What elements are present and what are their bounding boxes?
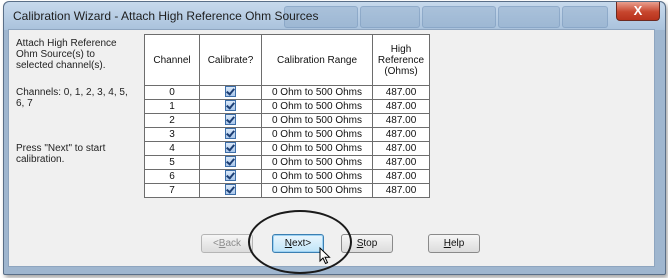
reference-cell[interactable]: 487.00 — [372, 169, 430, 184]
close-icon: X — [633, 3, 643, 18]
reference-cell[interactable]: 487.00 — [372, 141, 430, 156]
taskbar-ghost — [360, 6, 420, 28]
range-cell: 0 Ohm to 500 Ohms — [261, 127, 373, 142]
table-row: 3 0 Ohm to 500 Ohms 487.00 — [144, 127, 430, 142]
help-mnemonic: H — [443, 238, 451, 249]
checkbox-checked-icon[interactable] — [225, 86, 236, 98]
table-row: 1 0 Ohm to 500 Ohms 487.00 — [144, 99, 430, 114]
checkbox-checked-icon[interactable] — [225, 100, 236, 112]
taskbar-ghost — [422, 6, 496, 28]
range-cell: 0 Ohm to 500 Ohms — [261, 85, 373, 100]
reference-cell[interactable]: 487.00 — [372, 99, 430, 114]
channel-cell: 0 — [144, 85, 200, 100]
table-row: 2 0 Ohm to 500 Ohms 487.00 — [144, 113, 430, 128]
table-row: 7 0 Ohm to 500 Ohms 487.00 — [144, 183, 430, 198]
back-button[interactable]: <Back — [201, 234, 253, 253]
title-bar: Calibration Wizard - Attach High Referen… — [4, 2, 665, 30]
channel-cell: 2 — [144, 113, 200, 128]
calibrate-cell — [199, 113, 262, 128]
back-label: ack — [225, 238, 242, 249]
range-cell: 0 Ohm to 500 Ohms — [261, 99, 373, 114]
calibrate-cell — [199, 183, 262, 198]
instruction-attach: Attach High Reference Ohm Source(s) to s… — [16, 38, 117, 71]
header-calibrate: Calibrate? — [199, 34, 262, 86]
range-cell: 0 Ohm to 500 Ohms — [261, 155, 373, 170]
checkbox-checked-icon[interactable] — [225, 156, 236, 168]
calibrate-cell — [199, 85, 262, 100]
checkbox-checked-icon[interactable] — [225, 184, 236, 196]
header-channel: Channel — [144, 34, 200, 86]
channel-cell: 5 — [144, 155, 200, 170]
table-header-row: Channel Calibrate? Calibration Range Hig… — [144, 34, 430, 86]
help-button[interactable]: Help — [428, 234, 480, 253]
instructions-panel: Attach High Reference Ohm Source(s) to s… — [16, 38, 134, 165]
reference-cell[interactable]: 487.00 — [372, 85, 430, 100]
instruction-press-next: Press "Next" to start calibration. — [16, 143, 106, 165]
range-cell: 0 Ohm to 500 Ohms — [261, 183, 373, 198]
taskbar-ghost — [562, 6, 608, 28]
checkbox-checked-icon[interactable] — [225, 170, 236, 182]
table-row: 6 0 Ohm to 500 Ohms 487.00 — [144, 169, 430, 184]
checkbox-checked-icon[interactable] — [225, 142, 236, 154]
header-high-reference: High Reference (Ohms) — [372, 34, 430, 86]
stop-label: top — [363, 238, 378, 249]
table-row: 0 0 Ohm to 500 Ohms 487.00 — [144, 85, 430, 100]
reference-cell[interactable]: 487.00 — [372, 183, 430, 198]
reference-cell[interactable]: 487.00 — [372, 127, 430, 142]
reference-cell[interactable]: 487.00 — [372, 155, 430, 170]
mouse-pointer-icon — [319, 247, 331, 265]
calibrate-cell — [199, 155, 262, 170]
calibrate-cell — [199, 169, 262, 184]
reference-cell[interactable]: 487.00 — [372, 113, 430, 128]
channel-cell: 3 — [144, 127, 200, 142]
callout-ellipse — [248, 210, 352, 274]
calibration-table: Channel Calibrate? Calibration Range Hig… — [144, 34, 430, 198]
channel-cell: 4 — [144, 141, 200, 156]
checkbox-checked-icon[interactable] — [225, 114, 236, 126]
range-cell: 0 Ohm to 500 Ohms — [261, 141, 373, 156]
close-button[interactable]: X — [616, 2, 660, 21]
help-label: elp — [450, 238, 465, 249]
calibrate-cell — [199, 99, 262, 114]
taskbar-ghost — [498, 6, 560, 28]
header-calibration-range: Calibration Range — [261, 34, 373, 86]
calibrate-cell — [199, 127, 262, 142]
table-row: 5 0 Ohm to 500 Ohms 487.00 — [144, 155, 430, 170]
channel-cell: 6 — [144, 169, 200, 184]
channel-cell: 7 — [144, 183, 200, 198]
range-cell: 0 Ohm to 500 Ohms — [261, 169, 373, 184]
channel-cell: 1 — [144, 99, 200, 114]
calibrate-cell — [199, 141, 262, 156]
instruction-channels: Channels: 0, 1, 2, 3, 4, 5, 6, 7 — [16, 87, 128, 109]
checkbox-checked-icon[interactable] — [225, 128, 236, 140]
window-title: Calibration Wizard - Attach High Referen… — [13, 9, 319, 23]
table-row: 4 0 Ohm to 500 Ohms 487.00 — [144, 141, 430, 156]
range-cell: 0 Ohm to 500 Ohms — [261, 113, 373, 128]
